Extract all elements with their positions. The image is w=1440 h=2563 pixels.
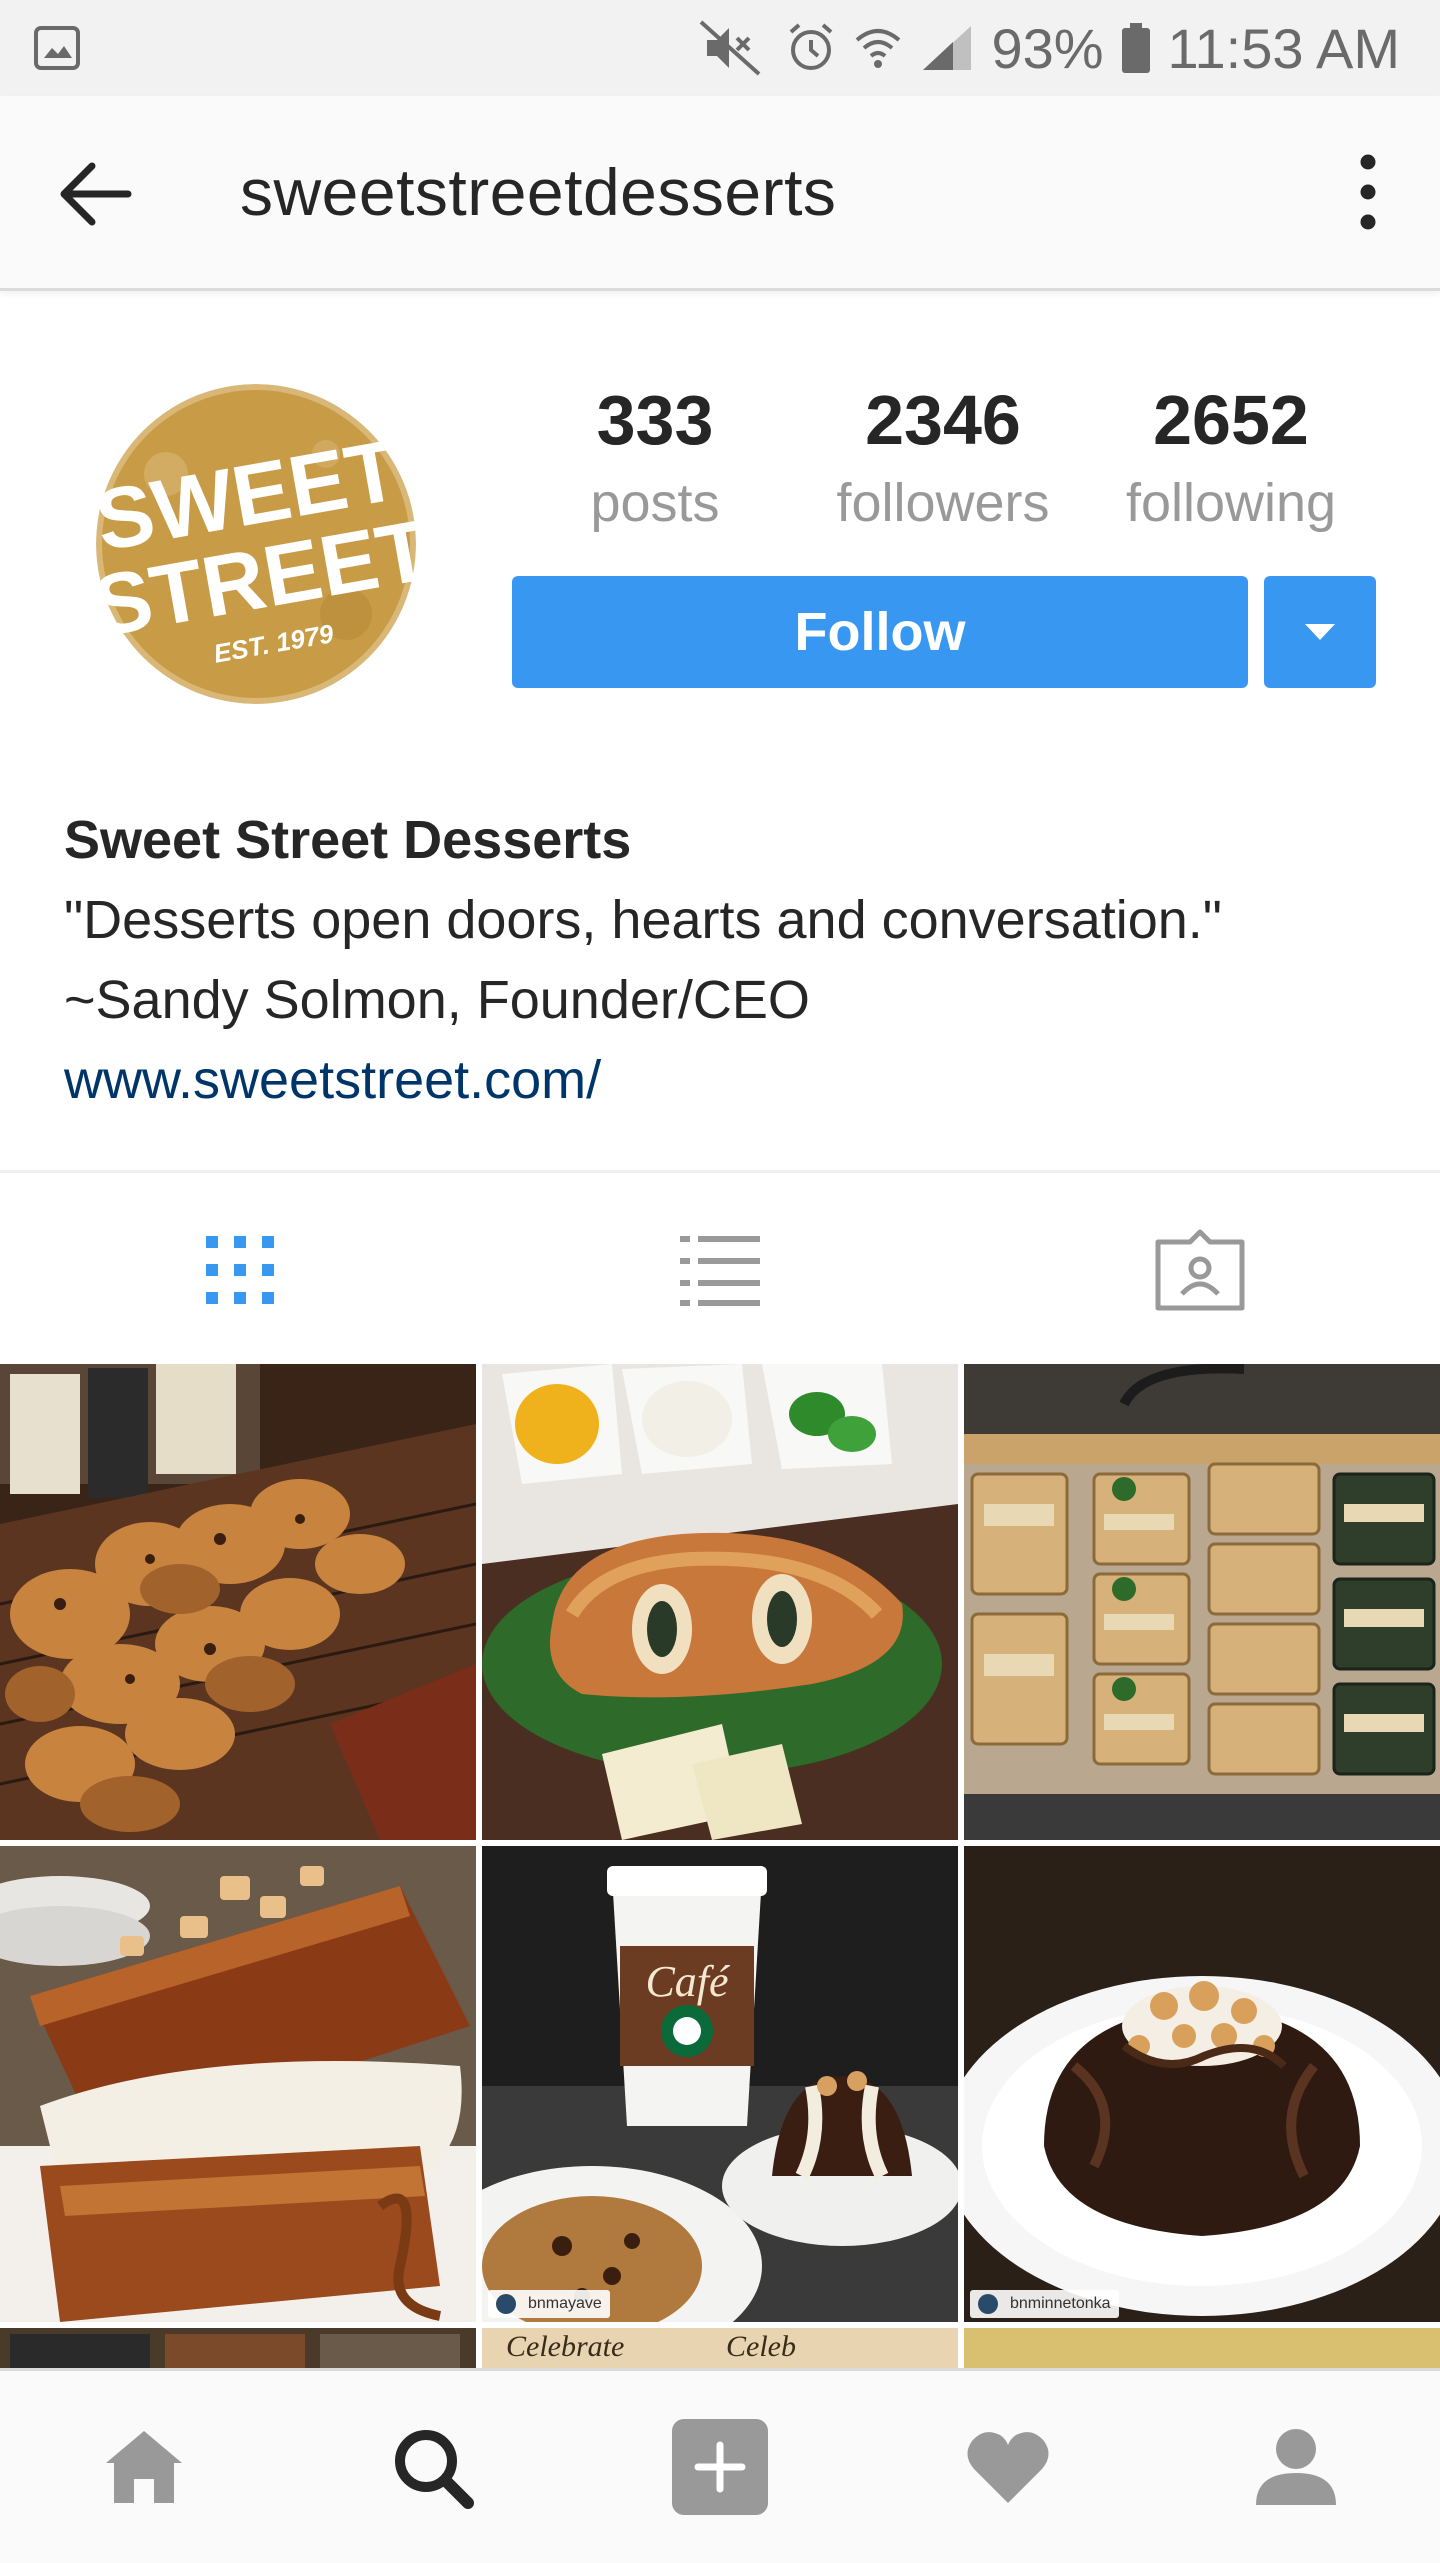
stat-posts[interactable]: 333 posts [535,372,775,538]
posts-label: posts [590,473,720,533]
stat-followers[interactable]: 2346 followers [823,372,1063,538]
posts-count: 333 [596,381,714,459]
followers-label: followers [836,473,1050,533]
more-vertical-icon [1360,154,1376,230]
status-bar: 93% 11:53 AM [0,0,1440,96]
partial-text: Celebrate [506,2330,625,2363]
tab-grid[interactable] [0,1173,480,1367]
nav-profile[interactable] [1152,2371,1440,2563]
add-post-icon [672,2419,768,2515]
page-title: sweetstreetdesserts [240,155,837,229]
wifi-icon [853,22,903,74]
bio-quote: "Desserts open doors, hearts and convers… [64,890,1222,950]
followers-count: 2346 [865,381,1021,459]
grid-tile[interactable] [0,1364,476,1840]
follow-button[interactable]: Follow [512,576,1248,688]
mute-icon [699,20,769,76]
bio: Sweet Street Desserts "Desserts open doo… [64,800,1384,1120]
grid-tile[interactable]: Café bnmayave [482,1846,958,2322]
tab-list[interactable] [480,1173,960,1367]
grid-tile[interactable] [0,1846,476,2322]
avatar[interactable]: SWEET STREET EST. 1979 [96,384,416,704]
partial-text: Celeb [726,2330,796,2363]
profile-icon [1256,2429,1336,2505]
nav-activity[interactable] [864,2371,1152,2563]
heart-icon [967,2432,1049,2503]
profile-name: Sweet Street Desserts [64,810,632,870]
suggestions-dropdown-button[interactable] [1264,576,1376,688]
home-icon [106,2431,182,2503]
tag-badge: bnminnetonka [970,2290,1119,2318]
profile-tabs [0,1170,1440,1367]
following-label: following [1125,473,1337,533]
app-header: sweetstreetdesserts [0,96,1440,291]
search-icon [395,2430,474,2509]
battery-icon [1121,23,1150,73]
nav-search[interactable] [288,2371,576,2563]
svg-text:Café: Café [645,1957,731,2006]
grid-tile[interactable]: Celebrate Celeb [482,2328,958,2368]
clock: 11:53 AM [1167,16,1400,80]
nav-add-post[interactable] [576,2371,864,2563]
grid-tile[interactable] [482,1364,958,1840]
tab-tagged[interactable] [960,1173,1440,1367]
nav-home[interactable] [0,2371,288,2563]
tag-avatar-icon [496,2294,516,2314]
signal-icon [921,24,973,72]
battery-percent: 93% [991,16,1104,80]
grid-tile[interactable] [964,1364,1440,1840]
grid-icon [206,1236,274,1304]
back-arrow-icon [60,162,132,226]
tagged-icon [1155,1229,1245,1311]
website-link[interactable]: www.sweetstreet.com/ [64,1040,1384,1120]
following-count: 2652 [1153,381,1309,459]
list-icon [680,1236,760,1306]
gallery-icon [34,26,80,75]
caret-down-icon [1305,624,1335,640]
alarm-icon [787,22,835,74]
grid-tile[interactable] [0,2328,476,2368]
stat-following[interactable]: 2652 following [1111,372,1351,538]
grid-tile[interactable] [964,2328,1440,2368]
back-button[interactable] [56,154,136,234]
more-options-button[interactable] [1336,152,1400,232]
bio-attribution: ~Sandy Solmon, Founder/CEO [64,970,810,1030]
tag-avatar-icon [978,2294,998,2314]
tag-badge: bnmayave [488,2290,610,2318]
bottom-nav [0,2368,1440,2563]
grid-tile[interactable]: bnminnetonka [964,1846,1440,2322]
status-icons: 93% 11:53 AM [699,0,1400,96]
